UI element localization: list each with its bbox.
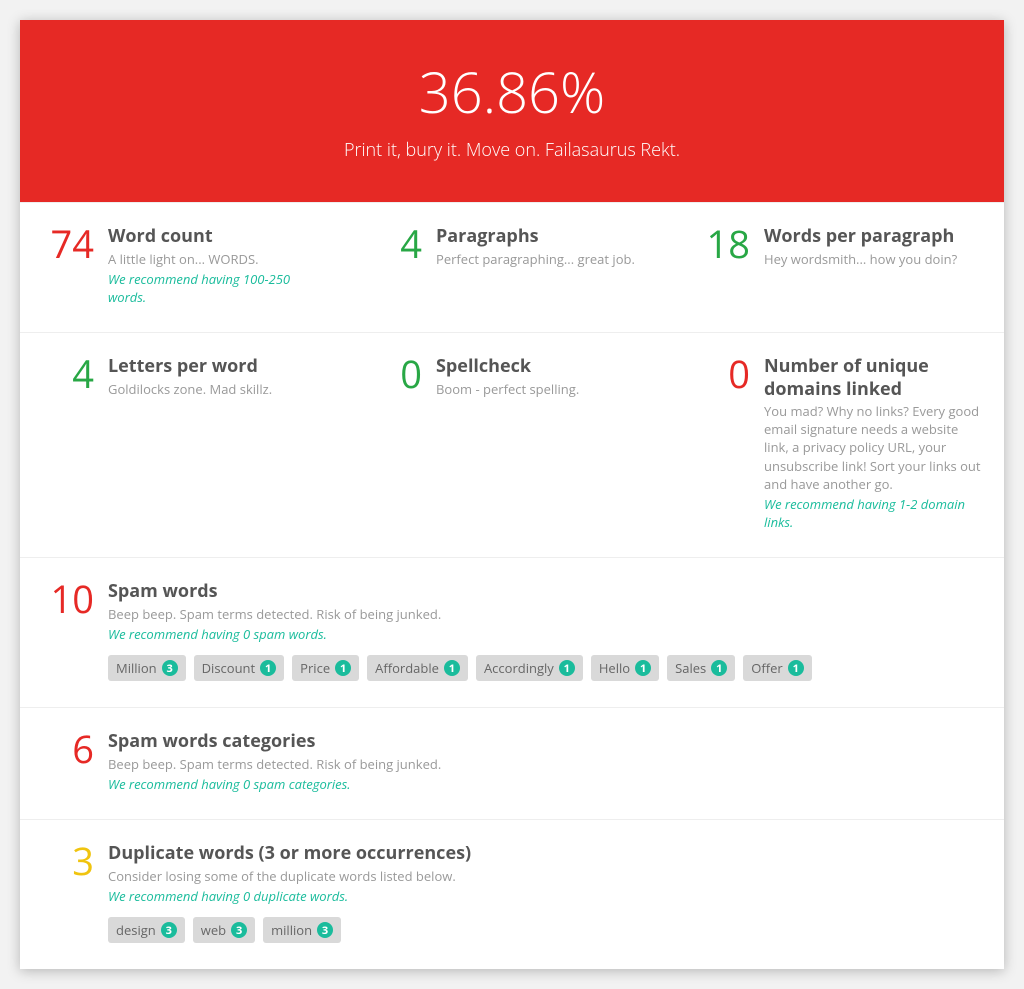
metric-desc: Hey wordsmith... how you doin?	[764, 250, 982, 268]
metric-desc: Boom - perfect spelling.	[436, 380, 654, 398]
metric-value: 0	[370, 355, 422, 531]
metric-letters-per-word: 4 Letters per word Goldilocks zone. Mad …	[20, 333, 348, 557]
metric-unique-domains: 0 Number of unique domains linked You ma…	[676, 333, 1004, 557]
chip-word: Affordable	[375, 659, 439, 677]
chip-count-badge: 1	[788, 660, 804, 676]
dupe-chips: design 3 web 3 million 3	[108, 917, 982, 943]
chip-word: design	[116, 921, 156, 939]
word-chip: Accordingly 1	[476, 655, 583, 681]
metric-title: Words per paragraph	[764, 225, 982, 248]
metric-spellcheck: 0 Spellcheck Boom - perfect spelling.	[348, 333, 676, 557]
word-chip: Offer 1	[743, 655, 811, 681]
metric-desc: Beep beep. Spam terms detected. Risk of …	[108, 605, 982, 623]
chip-word: million	[271, 921, 312, 939]
chip-word: Hello	[599, 659, 630, 677]
metric-title: Number of unique domains linked	[764, 355, 982, 400]
chip-word: web	[201, 921, 226, 939]
chip-count-badge: 1	[444, 660, 460, 676]
metric-title: Spam words	[108, 580, 982, 603]
metric-title: Spam words categories	[108, 730, 982, 753]
metric-desc: Consider losing some of the duplicate wo…	[108, 867, 982, 885]
metric-title: Paragraphs	[436, 225, 654, 248]
metric-value: 3	[42, 842, 94, 943]
chip-count-badge: 1	[635, 660, 651, 676]
metric-value: 74	[42, 225, 94, 306]
chip-count-badge: 3	[231, 922, 247, 938]
metric-paragraphs: 4 Paragraphs Perfect paragraphing... gre…	[348, 203, 676, 332]
metric-value: 6	[42, 730, 94, 793]
section-spam-words: 10 Spam words Beep beep. Spam terms dete…	[20, 557, 1004, 707]
score-value: 36.86%	[40, 54, 984, 130]
chip-word: Discount	[202, 659, 256, 677]
header: 36.86% Print it, bury it. Move on. Faila…	[20, 20, 1004, 202]
spam-chips: Million3Discount1Price1Affordable1Accord…	[108, 655, 982, 681]
metric-reco: We recommend having 100-250 words.	[108, 270, 326, 306]
metric-value: 4	[42, 355, 94, 531]
metric-desc: You mad? Why no links? Every good email …	[764, 402, 982, 493]
metric-reco: We recommend having 0 spam words.	[108, 625, 982, 643]
chip-word: Accordingly	[484, 659, 554, 677]
metric-title: Word count	[108, 225, 326, 248]
word-chip: Million 3	[108, 655, 186, 681]
section-duplicate-words: 3 Duplicate words (3 or more occurrences…	[20, 819, 1004, 969]
report-card: 36.86% Print it, bury it. Move on. Faila…	[20, 20, 1004, 969]
word-chip: Hello 1	[591, 655, 659, 681]
metric-words-per-paragraph: 18 Words per paragraph Hey wordsmith... …	[676, 203, 1004, 332]
chip-count-badge: 3	[161, 922, 177, 938]
metric-value: 4	[370, 225, 422, 306]
metric-title: Letters per word	[108, 355, 326, 378]
metric-reco: We recommend having 0 duplicate words.	[108, 887, 982, 905]
metric-value: 0	[698, 355, 750, 531]
score-tagline: Print it, bury it. Move on. Failasaurus …	[40, 138, 984, 162]
metrics-row-2: 4 Letters per word Goldilocks zone. Mad …	[20, 332, 1004, 557]
metric-desc: Perfect paragraphing... great job.	[436, 250, 654, 268]
word-chip: web 3	[193, 917, 255, 943]
word-chip: Affordable 1	[367, 655, 468, 681]
metric-value: 18	[698, 225, 750, 306]
metric-reco: We recommend having 1-2 domain links.	[764, 495, 982, 531]
chip-word: Sales	[675, 659, 706, 677]
metric-desc: Beep beep. Spam terms detected. Risk of …	[108, 755, 982, 773]
chip-word: Million	[116, 659, 157, 677]
metric-value: 10	[42, 580, 94, 681]
chip-count-badge: 1	[260, 660, 276, 676]
word-chip: Sales 1	[667, 655, 735, 681]
chip-count-badge: 1	[711, 660, 727, 676]
metric-title: Duplicate words (3 or more occurrences)	[108, 842, 982, 865]
word-chip: Price 1	[292, 655, 359, 681]
metric-reco: We recommend having 0 spam categories.	[108, 775, 982, 793]
word-chip: million 3	[263, 917, 341, 943]
metric-desc: A little light on... WORDS.	[108, 250, 326, 268]
section-spam-categories: 6 Spam words categories Beep beep. Spam …	[20, 707, 1004, 819]
chip-count-badge: 1	[559, 660, 575, 676]
chip-count-badge: 3	[317, 922, 333, 938]
metric-title: Spellcheck	[436, 355, 654, 378]
chip-word: Offer	[751, 659, 782, 677]
chip-count-badge: 1	[335, 660, 351, 676]
word-chip: Discount1	[194, 655, 285, 681]
metric-word-count: 74 Word count A little light on... WORDS…	[20, 203, 348, 332]
chip-word: Price	[300, 659, 330, 677]
chip-count-badge: 3	[162, 660, 178, 676]
metric-desc: Goldilocks zone. Mad skillz.	[108, 380, 326, 398]
word-chip: design 3	[108, 917, 185, 943]
metrics-row-1: 74 Word count A little light on... WORDS…	[20, 202, 1004, 332]
